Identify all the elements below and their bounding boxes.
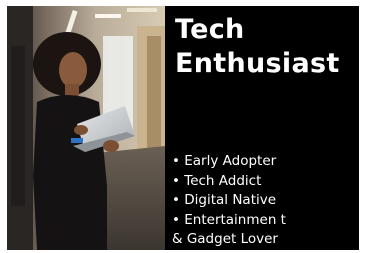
woman-with-laptop-photo bbox=[7, 6, 165, 250]
bullet-item: • Early Adopter bbox=[172, 153, 277, 169]
bullet-item: & Gadget Lover bbox=[172, 231, 278, 248]
slide-card: Tech Enthusiast • Early Adopter • Tech A… bbox=[7, 6, 359, 250]
text-panel: Tech Enthusiast • Early Adopter • Tech A… bbox=[165, 6, 359, 250]
bullet-item: • Digital Native bbox=[172, 192, 277, 209]
bullet-list: • Early Adopter • Tech Addict • Digital … bbox=[172, 152, 286, 250]
slide-title: Tech Enthusiast bbox=[175, 13, 340, 81]
bullet-item: • Tech Addict bbox=[172, 172, 262, 189]
title-line-1: Tech bbox=[175, 14, 245, 45]
bullet-item: • Entertainmen t bbox=[172, 211, 286, 228]
title-line-2: Enthusiast bbox=[175, 48, 340, 79]
